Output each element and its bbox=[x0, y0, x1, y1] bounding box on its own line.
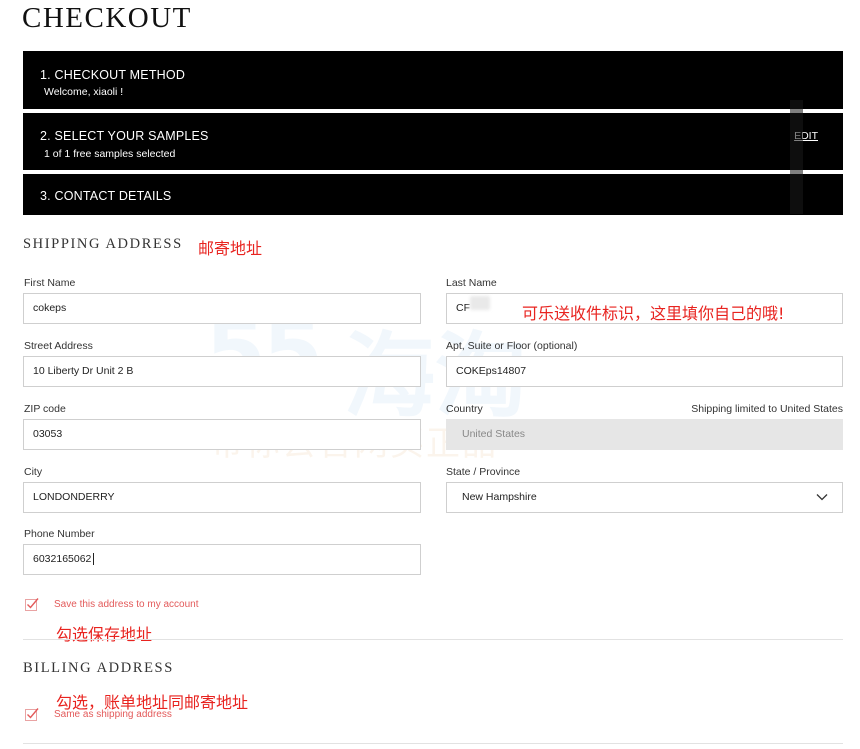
state-label: State / Province bbox=[446, 466, 521, 478]
zip-field[interactable]: 03053 bbox=[23, 419, 421, 450]
city-label: City bbox=[24, 466, 43, 478]
step-contact-details[interactable]: 3. CONTACT DETAILS bbox=[23, 174, 843, 215]
step-select-samples[interactable]: 2. SELECT YOUR SAMPLES 1 of 1 free sampl… bbox=[23, 113, 843, 170]
first-name-field[interactable]: cokeps bbox=[23, 293, 421, 324]
apt-field[interactable]: COKEps14807 bbox=[446, 356, 843, 387]
shipping-annotation: 邮寄地址 bbox=[198, 239, 263, 258]
save-address-label: Save this address to my account bbox=[54, 599, 199, 610]
divider bbox=[23, 639, 843, 640]
save-address-checkbox[interactable] bbox=[25, 597, 39, 611]
street-address-label: Street Address bbox=[24, 340, 93, 352]
city-field[interactable]: LONDONDERRY bbox=[23, 482, 421, 513]
country-label: Country bbox=[446, 403, 483, 415]
state-selected-value: New Hampshire bbox=[462, 491, 537, 503]
phone-label: Phone Number bbox=[24, 528, 95, 540]
phone-field[interactable]: 6032165062 bbox=[23, 544, 421, 575]
state-select[interactable]: New Hampshire bbox=[446, 482, 843, 513]
step-title: 2. SELECT YOUR SAMPLES bbox=[40, 129, 209, 143]
street-address-field[interactable]: 10 Liberty Dr Unit 2 B bbox=[23, 356, 421, 387]
edit-samples-link[interactable]: EDIT bbox=[794, 130, 818, 142]
step-checkout-method[interactable]: 1. CHECKOUT METHOD Welcome, xiaoli ! bbox=[23, 51, 843, 109]
welcome-text: Welcome, xiaoli ! bbox=[44, 86, 124, 98]
last-name-label: Last Name bbox=[446, 277, 497, 289]
page-title: CHECKOUT bbox=[22, 2, 192, 34]
zip-label: ZIP code bbox=[24, 403, 66, 415]
step-title: 3. CONTACT DETAILS bbox=[40, 189, 172, 203]
phone-value: 6032165062 bbox=[33, 553, 92, 565]
first-name-label: First Name bbox=[24, 277, 76, 289]
same-as-shipping-checkbox[interactable] bbox=[25, 707, 39, 721]
same-as-shipping-label: Same as shipping address bbox=[54, 709, 172, 720]
save-address-annotation: 勾选保存地址 bbox=[56, 625, 153, 644]
shipping-limit-hint: Shipping limited to United States bbox=[691, 403, 843, 415]
text-cursor bbox=[93, 553, 95, 566]
divider bbox=[23, 743, 843, 744]
samples-count: 1 of 1 free samples selected bbox=[44, 148, 176, 160]
step-title: 1. CHECKOUT METHOD bbox=[40, 68, 186, 82]
billing-address-heading: BILLING ADDRESS bbox=[23, 660, 174, 676]
redacted-mask bbox=[470, 296, 490, 310]
country-field: United States bbox=[446, 419, 843, 450]
last-name-annotation: 可乐送收件标识，这里填你自己的哦! bbox=[522, 304, 785, 323]
apt-label: Apt, Suite or Floor (optional) bbox=[446, 340, 578, 352]
shipping-address-heading: SHIPPING ADDRESS bbox=[23, 236, 183, 252]
chevron-down-icon bbox=[816, 494, 828, 501]
